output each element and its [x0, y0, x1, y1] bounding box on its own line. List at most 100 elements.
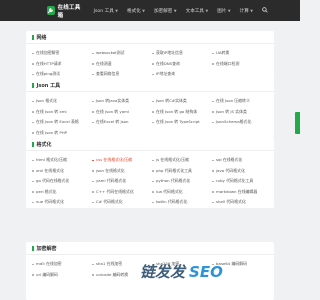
tool-link[interactable]: vue 代码格式化	[32, 197, 88, 208]
nav-label: 加密解密	[154, 8, 173, 14]
tool-link[interactable]: perl 格式化	[32, 187, 88, 198]
bullet-icon	[32, 132, 34, 134]
bullet-icon	[152, 121, 154, 123]
tool-label: md5 在线加密	[36, 261, 62, 267]
tool-grid: 在线加密解密 websocket测试 获取IP地址信息 UA转换 在线HTTP请…	[32, 44, 268, 80]
site-logo[interactable]: 在线工具箱	[47, 3, 82, 19]
bullet-icon	[32, 111, 34, 113]
tool-label: 在线加密解密	[36, 50, 60, 56]
top-navigation-bar: 在线工具箱 Json 工具 ▼ 格式化 ▼ 加密解密 ▼ 文本工具 ▼ 图片 ▼ 计算 ▼	[0, 0, 300, 21]
title-accent	[32, 82, 34, 88]
bullet-icon	[212, 100, 214, 102]
tool-empty	[212, 69, 268, 80]
tool-link[interactable]: 在线 Json 转 xml	[32, 107, 88, 118]
tool-label: 在线Excel 转 Json	[96, 119, 129, 125]
tool-link[interactable]: kotlin 代码格式化	[152, 197, 208, 208]
tool-link[interactable]: 在线Excel 转 Json	[92, 117, 148, 128]
tool-link[interactable]: 查看网络信息	[92, 69, 148, 80]
tool-link[interactable]: go 代码在线格式化	[32, 176, 88, 187]
tool-empty	[152, 128, 208, 139]
bullet-icon	[152, 73, 154, 75]
tool-link[interactable]: 获取IP地址信息	[152, 48, 208, 59]
section-title: Json 工具	[26, 79, 274, 92]
tool-link[interactable]: C++ 代码在线格式化	[92, 187, 148, 198]
nav-item-format[interactable]: 格式化 ▼	[127, 8, 145, 14]
tool-link[interactable]: C# 代码格式化	[92, 197, 148, 208]
tool-link[interactable]: 在线 Json 转 TypeScript	[152, 117, 208, 128]
tool-link[interactable]: url 编码解码	[32, 270, 88, 281]
tool-link[interactable]: 在线 Json 转 PHP	[32, 128, 88, 139]
tool-label: html 格式化/压缩	[36, 157, 67, 163]
feedback-side-tab[interactable]	[295, 112, 300, 134]
tool-link[interactable]: Json 转Java实体类	[92, 96, 148, 107]
tool-link[interactable]: markdown 在线编辑器	[212, 187, 268, 198]
bullet-icon	[212, 121, 214, 123]
nav-item-calc[interactable]: 计算 ▼	[240, 8, 253, 14]
tool-link[interactable]: java 代码格式化	[212, 166, 268, 177]
tool-label: lua 代码格式化	[156, 188, 183, 194]
tool-link[interactable]: sql 在线格式化	[212, 155, 268, 166]
tool-link[interactable]: shell 代码格式化	[212, 197, 268, 208]
tool-link-hot[interactable]: css 在线格式化/压缩	[92, 155, 148, 166]
tool-link[interactable]: md5 在线加密	[32, 259, 88, 270]
bullet-icon	[212, 159, 214, 161]
bullet-icon	[32, 274, 34, 276]
nav-item-json-tools[interactable]: Json 工具 ▼	[94, 8, 118, 14]
tool-link[interactable]: 在线测速	[92, 59, 148, 70]
nav-item-encrypt[interactable]: 加密解密 ▼	[154, 8, 177, 14]
nav-label: 计算	[239, 8, 249, 14]
bullet-icon	[92, 170, 94, 172]
tool-link[interactable]: php 代码格式化工具	[152, 166, 208, 177]
tool-link[interactable]: lua 代码格式化	[152, 187, 208, 198]
tool-link[interactable]: 在线 Json 压缩转义	[212, 96, 268, 107]
tool-link[interactable]: html 格式化/压缩	[32, 155, 88, 166]
tool-link[interactable]: 在线端口检测	[212, 59, 268, 70]
tool-link[interactable]: 在线 Json 转 Excel 表格	[32, 117, 88, 128]
bullet-icon	[152, 180, 154, 182]
bullet-icon	[92, 121, 94, 123]
nav-item-text-tools[interactable]: 文本工具 ▼	[186, 8, 209, 14]
bullet-icon	[92, 263, 94, 265]
tool-label: Json 格式化	[36, 98, 57, 104]
tool-link[interactable]: websocket测试	[92, 48, 148, 59]
bullet-icon	[92, 100, 94, 102]
tool-link[interactable]: 在线 Json 转 yaml	[92, 107, 148, 118]
chevron-down-icon: ▼	[205, 8, 209, 13]
nav-item-image[interactable]: 图片 ▼	[217, 8, 230, 14]
tool-link[interactable]: 在线DNS查询	[152, 59, 208, 70]
tool-empty	[212, 128, 268, 139]
section-format: 格式化 html 格式化/压缩 css 在线格式化/压缩 js 在线格式化/压缩…	[26, 138, 274, 208]
tool-link[interactable]: 在线ping测试	[32, 69, 88, 80]
tool-link[interactable]: Json 转C#实体类	[152, 96, 208, 107]
tool-link[interactable]: Json 格式化	[32, 96, 88, 107]
tool-link[interactable]: JsonSchema格式化	[212, 117, 268, 128]
tool-label: 在线 Json 转 yaml	[96, 108, 129, 114]
bullet-icon	[92, 159, 94, 161]
tool-link[interactable]: Json 转 JS 实体类	[212, 107, 268, 118]
tool-link[interactable]: python 代码格式化	[152, 176, 208, 187]
tool-label: unicode 编码转换	[96, 271, 129, 277]
tool-label: yaml 代码格式化	[96, 178, 127, 184]
main-nav: Json 工具 ▼ 格式化 ▼ 加密解密 ▼ 文本工具 ▼ 图片 ▼ 计算 ▼	[94, 8, 262, 14]
tool-link[interactable]: json 在线格式化	[92, 166, 148, 177]
tool-label: 查看网络信息	[96, 71, 120, 77]
tool-link[interactable]: js 在线格式化/压缩	[152, 155, 208, 166]
tool-link[interactable]: yaml 代码格式化	[92, 176, 148, 187]
bullet-icon	[152, 170, 154, 172]
section-title-text: 加密解密	[36, 245, 57, 252]
tool-link[interactable]: xml 在线格式化	[32, 166, 88, 177]
nav-label: 文本工具	[185, 8, 204, 14]
bullet-icon	[32, 263, 34, 265]
title-accent	[32, 141, 34, 147]
tool-link[interactable]: ruby 代码格式化工具	[212, 176, 268, 187]
tool-link[interactable]: IP地址查询	[152, 69, 208, 80]
tool-link[interactable]: 在线加密解密	[32, 48, 88, 59]
tool-label: kotlin 代码格式化	[156, 199, 188, 205]
tool-link[interactable]: 在线 Json 转 go 结构体	[152, 107, 208, 118]
tool-link[interactable]: 在线HTTP请求	[32, 59, 88, 70]
watermark-seo: SEO	[189, 262, 223, 281]
chevron-down-icon: ▼	[227, 8, 231, 13]
search-icon[interactable]	[262, 6, 268, 15]
bullet-icon	[152, 111, 154, 113]
tool-link[interactable]: UA转换	[212, 48, 268, 59]
